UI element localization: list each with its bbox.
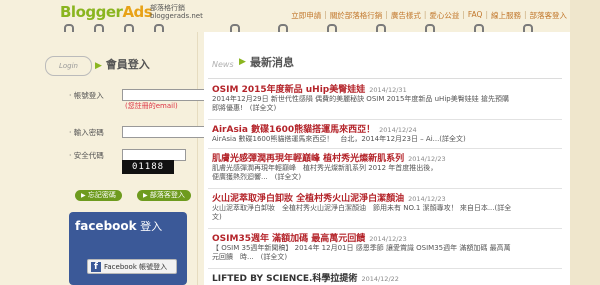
arrow-right-icon: ▶	[95, 61, 102, 71]
facebook-wordmark: facebook	[75, 219, 137, 233]
news-item-body: 肌膚光感彈潤再現年輕巔峰 植村秀光燦新肌系列 2012 年首度推出後，	[212, 164, 438, 172]
news-item-title[interactable]: 火山泥萃取淨白卸妝 全植村秀火山泥淨白潔顏油	[212, 194, 404, 204]
page-frame: BloggerAds 部落格行銷 bloggerads.net 立即申請 | 關於…	[40, 0, 570, 285]
logo-subtitle-domain: bloggerads.net	[150, 12, 203, 20]
blogger-login-button[interactable]: ▶ 部落客登入	[137, 190, 191, 201]
news-item-date: 2014/12/23	[369, 235, 407, 243]
news-title: 最新消息	[250, 56, 294, 69]
news-item-title[interactable]: AirAsia 數碟1600熊貓搭運馬來西亞！	[212, 125, 375, 135]
divider	[208, 268, 562, 269]
news-item-date: 2014/12/24	[379, 126, 417, 134]
nav-faq[interactable]: FAQ	[465, 10, 486, 21]
account-label: ‧ 帳號登入	[69, 91, 104, 100]
news-item-body: 2014年12月29日 新世代性感隕 偶費的美麗秘訣 OSIM 2015年度新品…	[212, 95, 509, 103]
nav-about[interactable]: 關於部落格行銷	[327, 10, 386, 21]
news-header: News ▶ 最新消息	[208, 56, 562, 70]
logo-subtitle: 部落格行銷 bloggerads.net	[150, 4, 203, 20]
news-item-date: 2014/12/31	[369, 86, 407, 94]
logo-text-ads: Ads	[122, 3, 153, 21]
password-label: ‧ 輸入密碼	[69, 128, 104, 137]
arrow-right-icon: ▶	[239, 57, 246, 67]
forgot-password-label: 忘記密碼	[87, 191, 116, 199]
login-title-text: 會員登入	[105, 58, 150, 71]
news-item-body: 文)	[212, 213, 222, 221]
news-item-title[interactable]: OSIM 2015年度新品 uHip美臀娃娃	[212, 85, 365, 95]
news-item-title[interactable]: 肌膚光感彈潤再現年輕巔峰 植村秀光燦新肌系列	[212, 154, 404, 164]
news-item-body: 元回饋 時... (詳全文)	[212, 253, 288, 261]
divider	[208, 188, 562, 189]
login-title: ▶ 會員登入	[95, 56, 150, 72]
news-item: AirAsia 數碟1600熊貓搭運馬來西亞！ 2014/12/24 AirAsi…	[212, 122, 562, 144]
email-hint: (您註冊的email)	[125, 102, 178, 110]
divider	[208, 148, 562, 149]
news-item-body: 火山泥萃取淨白卸妝 全植村秀火山泥淨白潔顏油 節用未有 NO.1 潔顏專攻！ 來…	[212, 204, 512, 212]
news-item: 火山泥萃取淨白卸妝 全植村秀火山泥淨白潔顏油 2014/12/23 火山泥萃取淨白…	[212, 191, 562, 222]
news-item-body: 便廣獲熱烈迴響... (詳全文)	[212, 173, 302, 181]
forgot-password-button[interactable]: ▶ 忘記密碼	[75, 190, 122, 201]
login-tab: Login	[45, 56, 92, 76]
arrow-right-icon: ▶	[143, 192, 148, 199]
news-item: OSIM 2015年度新品 uHip美臀娃娃 2014/12/31 2014年12…	[212, 82, 562, 113]
nav-blogger-login[interactable]: 部落客登入	[527, 10, 571, 21]
news-item-date: 2014/12/23	[408, 195, 446, 203]
news-item-body: 即將優惠! (詳全文)	[212, 104, 277, 112]
nav-charity[interactable]: 愛心公益	[426, 10, 462, 21]
news-item: 肌膚光感彈潤再現年輕巔峰 植村秀光燦新肌系列 2014/12/23 肌膚光感彈潤再…	[212, 151, 562, 182]
news-panel: News ▶ 最新消息 OSIM 2015年度新品 uHip美臀娃娃 2014/1…	[204, 32, 570, 285]
nav-online-service[interactable]: 線上服務	[488, 10, 524, 21]
site-logo[interactable]: BloggerAds	[60, 3, 153, 21]
divider	[208, 78, 562, 79]
facebook-login-box: facebook 登入 f Facebook 帳號登入	[69, 212, 187, 285]
nav-ad-styles[interactable]: 廣告樣式	[388, 10, 424, 21]
facebook-title: facebook 登入	[75, 218, 162, 234]
page-gutter	[570, 0, 600, 285]
facebook-login-label: Facebook 帳號登入	[104, 263, 168, 271]
news-item-date: 2014/12/23	[408, 155, 446, 163]
news-item: OSIM35週年 滿額加碼 最高萬元回饋 2014/12/23 【 OSIM 35…	[212, 231, 562, 262]
facebook-login-button[interactable]: f Facebook 帳號登入	[87, 259, 177, 274]
news-item-title[interactable]: OSIM35週年 滿額加碼 最高萬元回饋	[212, 234, 365, 244]
facebook-icon: f	[91, 262, 101, 272]
blogger-login-label: 部落客登入	[149, 191, 185, 199]
captcha-label: ‧ 安全代碼	[69, 151, 104, 160]
header: BloggerAds 部落格行銷 bloggerads.net 立即申請 | 關於…	[40, 0, 570, 30]
logo-subtitle-zh: 部落格行銷	[150, 4, 185, 12]
divider	[208, 228, 562, 229]
facebook-title-suffix: 登入	[136, 220, 163, 233]
top-navigation: 立即申請 | 關於部落格行銷 | 廣告樣式 | 愛心公益 | FAQ | 線上服務 | 部落…	[288, 10, 570, 21]
news-item-title[interactable]: LIFTED BY SCIENCE.科學拉提術	[212, 274, 357, 284]
logo-text-blogger: Blogger	[60, 3, 123, 21]
news-item-body: AirAsia 數碟1600熊貓搭運馬來西亞！ 台北，2014年12月23日 –…	[212, 135, 466, 143]
divider	[208, 119, 562, 120]
arrow-right-icon: ▶	[81, 192, 86, 199]
nav-apply[interactable]: 立即申請	[288, 10, 324, 21]
news-item-date: 2014/12/22	[361, 275, 399, 283]
news-item: LIFTED BY SCIENCE.科學拉提術 2014/12/22	[212, 271, 562, 284]
news-header-en: News	[212, 60, 234, 69]
captcha-image: 01188	[122, 160, 174, 174]
news-item-body: 【 OSIM 35週年新聞稿】 2014年 12月01日 感恩季節 讓愛賞識 O…	[212, 244, 511, 252]
login-panel: Login ▶ 會員登入 ‧ 帳號登入 (您註冊的email) ‧ 輸入密碼 ‧…	[45, 32, 230, 285]
